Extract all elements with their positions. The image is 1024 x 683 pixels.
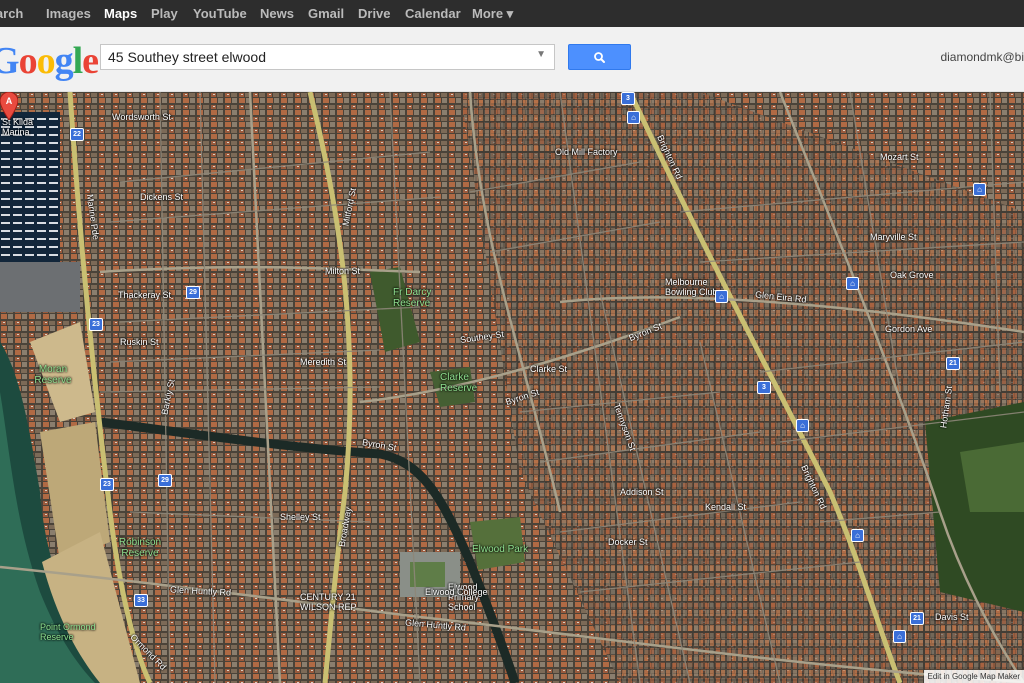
train-station-icon[interactable]: ⌂ [893,630,906,643]
search-input[interactable]: 45 Southey street elwood ▼ [100,44,555,70]
train-station-icon[interactable]: ⌂ [627,111,640,124]
topbar-play[interactable]: Play [151,6,178,21]
topbar-search[interactable]: Search [0,6,23,21]
search-query: 45 Southey street elwood [108,49,266,65]
search-button[interactable] [568,44,631,70]
train-station-icon[interactable]: ⌂ [796,419,809,432]
train-station-icon[interactable]: ⌂ [973,183,986,196]
route-shield-22: 22 [70,128,84,141]
satellite-imagery [0,92,1024,683]
location-marker-icon[interactable]: A [0,92,18,120]
search-suggest-caret-icon[interactable]: ▼ [536,49,546,60]
topbar-more[interactable]: More ▾ [472,6,513,22]
topbar-youtube[interactable]: YouTube [193,6,247,21]
google-top-bar: Search Images Maps Play YouTube News Gma… [0,0,1024,27]
route-shield-3: 3 [621,92,635,105]
marker-letter: A [6,96,13,106]
route-shield-33: 33 [134,594,148,607]
topbar-gmail[interactable]: Gmail [308,6,344,21]
google-logo[interactable]: Google [0,39,99,83]
train-station-icon[interactable]: ⌂ [846,277,859,290]
search-icon [594,52,605,63]
train-station-icon[interactable]: ⌂ [851,529,864,542]
route-shield-21b: 21 [910,612,924,625]
route-shield-21: 21 [946,357,960,370]
route-shield-23: 23 [89,318,103,331]
satellite-map[interactable]: St Kilda Marina Marine Pde Wordsworth St… [0,92,1024,683]
route-shield-29: 29 [186,286,200,299]
topbar-drive[interactable]: Drive [358,6,391,21]
route-shield-3b: 3 [757,381,771,394]
train-station-icon[interactable]: ⌂ [715,290,728,303]
edit-in-map-maker-link[interactable]: Edit in Google Map Maker [923,670,1024,683]
topbar-calendar[interactable]: Calendar [405,6,461,21]
topbar-images[interactable]: Images [46,6,91,21]
topbar-news[interactable]: News [260,6,294,21]
topbar-maps[interactable]: Maps [104,6,137,21]
route-shield-29b: 29 [158,474,172,487]
maps-header: Google 45 Southey street elwood ▼ diamon… [0,27,1024,92]
user-account[interactable]: diamondmk@bi [940,50,1024,64]
route-shield-23b: 23 [100,478,114,491]
